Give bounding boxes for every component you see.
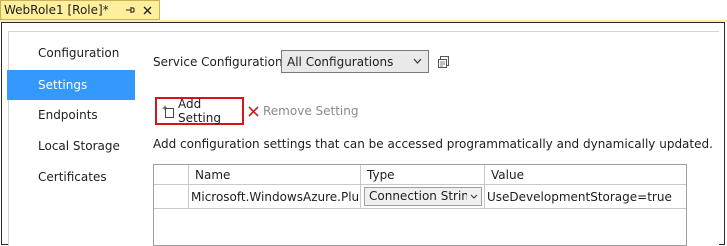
- chevron-down-icon: [413, 54, 422, 71]
- service-configuration-select[interactable]: All Configurations: [281, 50, 429, 73]
- close-icon[interactable]: [141, 3, 155, 17]
- nav-item-certificates[interactable]: Certificates: [7, 162, 135, 192]
- column-header-name[interactable]: Name: [189, 165, 361, 185]
- nav-item-configuration[interactable]: Configuration: [7, 38, 135, 68]
- setting-value-cell[interactable]: UseDevelopmentStorage=true: [485, 185, 686, 209]
- manage-configurations-icon[interactable]: [437, 55, 451, 72]
- column-header-type[interactable]: Type: [361, 165, 485, 185]
- setting-type-cell[interactable]: Connection String: [361, 185, 485, 209]
- remove-setting-button[interactable]: Remove Setting: [248, 101, 358, 121]
- add-setting-label: Add Setting: [178, 97, 221, 125]
- column-header-label: Value: [491, 168, 524, 182]
- grid-row-header-corner: [154, 165, 189, 185]
- document-tab[interactable]: WebRole1 [Role]*: [0, 0, 160, 20]
- document-tab-title: WebRole1 [Role]*: [4, 3, 109, 17]
- nav-item-endpoints[interactable]: Endpoints: [7, 100, 135, 130]
- nav-item-label: Certificates: [38, 170, 107, 184]
- setting-value-text: UseDevelopmentStorage=true: [487, 190, 672, 204]
- column-header-label: Name: [195, 168, 231, 182]
- column-header-label: Type: [367, 168, 395, 182]
- remove-icon: [248, 105, 259, 117]
- nav-item-local-storage[interactable]: Local Storage: [7, 131, 135, 161]
- pin-icon[interactable]: [123, 3, 137, 17]
- nav-item-settings[interactable]: Settings: [7, 70, 135, 100]
- nav-item-label: Settings: [38, 78, 88, 92]
- remove-setting-label: Remove Setting: [263, 104, 359, 118]
- setting-name-cell[interactable]: Microsoft.WindowsAzure.Plu...: [189, 185, 361, 209]
- row-selector[interactable]: [154, 185, 189, 209]
- settings-description: Add configuration settings that can be a…: [153, 137, 713, 151]
- nav-item-label: Endpoints: [38, 108, 98, 122]
- setting-type-value: Connection String: [369, 189, 477, 203]
- service-configuration-value: All Configurations: [287, 54, 394, 69]
- column-header-value[interactable]: Value: [485, 165, 686, 185]
- nav-item-label: Local Storage: [38, 139, 120, 153]
- setting-name-value: Microsoft.WindowsAzure.Plu...: [191, 190, 361, 204]
- add-setting-icon: [162, 105, 175, 118]
- nav-item-label: Configuration: [38, 46, 120, 60]
- chevron-down-icon: [467, 188, 478, 205]
- setting-type-select[interactable]: Connection String: [364, 187, 482, 206]
- settings-grid: Name Type Value Microsoft.WindowsAzure.P…: [153, 164, 687, 246]
- service-configuration-label: Service Configuration:: [153, 55, 287, 69]
- add-setting-button[interactable]: Add Setting: [155, 97, 244, 125]
